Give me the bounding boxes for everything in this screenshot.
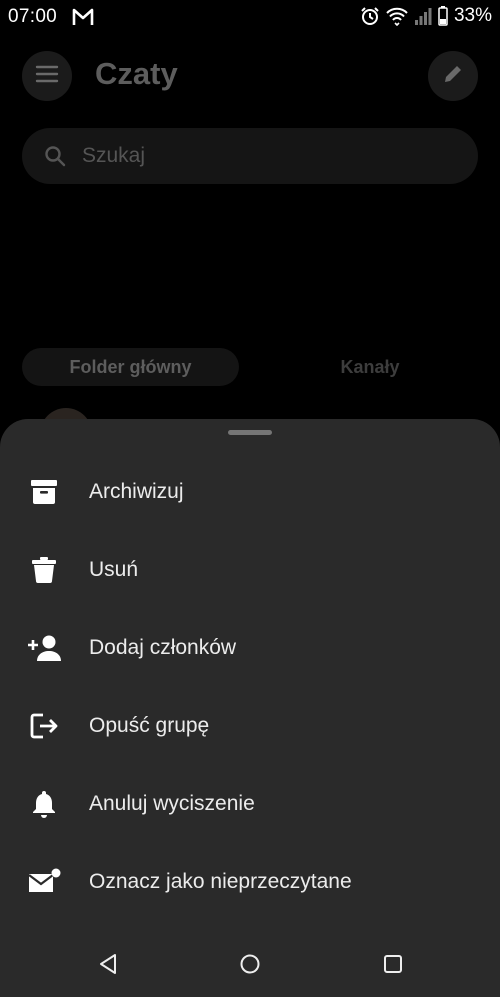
trash-icon [26, 552, 62, 588]
mark-unread-icon [26, 864, 62, 900]
options-bottom-sheet: Archiwizuj Usuń Dodaj członków Opuść gru… [0, 419, 500, 997]
menu-item-label: Archiwizuj [89, 480, 184, 503]
gmail-icon [72, 8, 94, 26]
menu-item-archive[interactable]: Archiwizuj [0, 461, 500, 523]
signal-icon [414, 6, 432, 26]
battery-percentage: 33% [453, 5, 492, 26]
menu-item-unmute[interactable]: Anuluj wyciszenie [0, 773, 500, 835]
hamburger-menu-icon [35, 65, 59, 88]
search-icon [44, 145, 66, 167]
pencil-icon [442, 63, 464, 90]
menu-item-mark-unread[interactable]: Oznacz jako nieprzeczytane [0, 851, 500, 913]
tab-main-folder[interactable]: Folder główny [22, 348, 239, 386]
battery-icon [438, 6, 448, 26]
menu-item-label: Usuń [89, 558, 139, 581]
menu-item-label: Opuść grupę [89, 714, 210, 737]
status-time: 07:00 [8, 6, 58, 27]
add-person-icon [26, 630, 62, 666]
search-input[interactable] [80, 143, 444, 169]
sheet-drag-handle[interactable] [228, 430, 272, 435]
menu-button[interactable] [22, 51, 72, 101]
status-bar: 07:00 33% [0, 0, 500, 36]
back-icon[interactable] [96, 952, 120, 976]
recents-icon[interactable] [381, 952, 405, 976]
alarm-icon [360, 6, 380, 26]
home-icon[interactable] [238, 952, 262, 976]
menu-item-add-members[interactable]: Dodaj członków [0, 617, 500, 679]
menu-item-leave-group[interactable]: Opuść grupę [0, 695, 500, 757]
bell-icon [26, 786, 62, 822]
leave-group-icon [26, 708, 62, 744]
search-bar[interactable] [22, 128, 478, 184]
menu-item-label: Anuluj wyciszenie [89, 792, 255, 815]
status-icons: 33% [360, 5, 492, 27]
archive-icon [26, 474, 62, 510]
tab-channels[interactable]: Kanały [290, 348, 450, 386]
system-navigation-bar [0, 931, 500, 997]
page-title: Czaty [95, 56, 178, 91]
compose-button[interactable] [428, 51, 478, 101]
menu-item-label: Dodaj członków [89, 636, 237, 659]
wifi-icon [386, 6, 408, 26]
menu-item-label: Oznacz jako nieprzeczytane [89, 870, 352, 893]
menu-item-delete[interactable]: Usuń [0, 539, 500, 601]
